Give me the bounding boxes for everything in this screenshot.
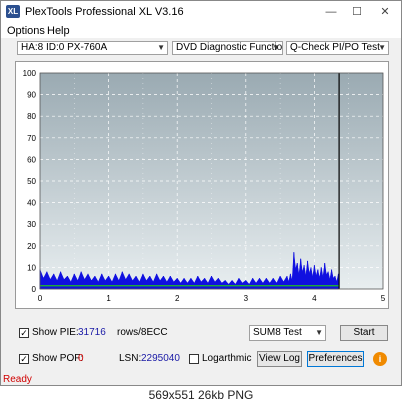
x-tick-label: 5: [381, 294, 386, 303]
sum-test-select[interactable]: SUM8 Test ▼: [249, 325, 326, 341]
test-select-value: Q-Check PI/PO Test: [290, 42, 380, 53]
info-icon[interactable]: i: [373, 352, 387, 366]
y-tick-label: 40: [27, 199, 36, 208]
title-bar: XL PlexTools Professional XL V3.16 — ☐ ✕: [1, 1, 401, 23]
start-button[interactable]: Start: [340, 325, 388, 341]
status-text: Ready: [3, 374, 32, 385]
y-tick-label: 50: [27, 177, 36, 186]
y-tick-label: 90: [27, 91, 36, 100]
chevron-down-icon: ▼: [378, 43, 386, 52]
window-title: PlexTools Professional XL V3.16: [25, 6, 184, 18]
y-tick-label: 70: [27, 134, 36, 143]
logarithmic-checkbox[interactable]: [189, 354, 199, 364]
test-select[interactable]: Q-Check PI/PO Test ▼: [286, 41, 389, 55]
menu-options[interactable]: Options: [7, 25, 45, 37]
lsn-value: 2295040: [141, 353, 180, 364]
close-button[interactable]: ✕: [373, 3, 397, 21]
plextools-window: XL PlexTools Professional XL V3.16 — ☐ ✕…: [0, 0, 402, 386]
y-tick-label: 30: [27, 220, 36, 229]
show-pie-checkbox[interactable]: ✓: [19, 328, 29, 338]
y-tick-label: 80: [27, 112, 36, 121]
drive-select-value: HA:8 ID:0 PX-760A: [21, 42, 108, 53]
plot-area: [40, 73, 383, 289]
x-tick-label: 4: [312, 294, 317, 303]
pie-value: 31716: [78, 327, 106, 338]
pof-value: 0: [78, 353, 84, 364]
x-tick-label: 1: [106, 294, 111, 303]
show-pie-label: Show PIE:: [32, 327, 79, 338]
drive-select[interactable]: HA:8 ID:0 PX-760A ▼: [17, 41, 168, 55]
y-tick-label: 10: [27, 263, 36, 272]
minimize-button[interactable]: —: [319, 3, 343, 21]
x-tick-label: 0: [38, 294, 43, 303]
function-select-value: DVD Diagnostic Functions: [176, 42, 283, 53]
pie-chart-panel: 100 90 80 70 60 50 40 30 20 10 0 0 1 2 3 4 5: [15, 61, 389, 309]
chevron-down-icon: ▼: [315, 328, 323, 337]
y-tick-label: 60: [27, 155, 36, 164]
y-tick-label: 100: [23, 69, 37, 78]
chevron-down-icon: ▼: [157, 43, 165, 52]
preferences-button[interactable]: Preferences: [307, 351, 364, 367]
pi-po-chart: 10090807060504030201000 1 2 3 4 5: [23, 69, 386, 303]
maximize-button[interactable]: ☐: [345, 3, 369, 21]
chevron-down-icon: ▼: [272, 43, 280, 52]
x-tick-label: 3: [244, 294, 249, 303]
menu-help[interactable]: Help: [47, 25, 70, 37]
y-tick-label: 20: [27, 242, 36, 251]
function-select[interactable]: DVD Diagnostic Functions ▼: [172, 41, 283, 55]
image-caption: 569x551 26kb PNG: [148, 388, 254, 402]
sum-test-select-value: SUM8 Test: [253, 327, 302, 338]
lsn-label: LSN:: [119, 353, 142, 364]
control-panel: ✓ Show PIE: 31716 rows/8ECC ✓ Show POF: …: [1, 313, 401, 373]
show-pof-checkbox[interactable]: ✓: [19, 354, 29, 364]
x-tick-label: 2: [175, 294, 180, 303]
app-logo-icon: XL: [6, 5, 20, 18]
view-log-button[interactable]: View Log: [257, 351, 302, 367]
pie-unit: rows/8ECC: [117, 327, 168, 338]
logarithmic-label: Logarthmic: [202, 353, 252, 364]
show-pof-label: Show POF:: [32, 353, 84, 364]
menu-bar: Options Help: [1, 23, 401, 38]
y-tick-label: 0: [32, 285, 37, 294]
